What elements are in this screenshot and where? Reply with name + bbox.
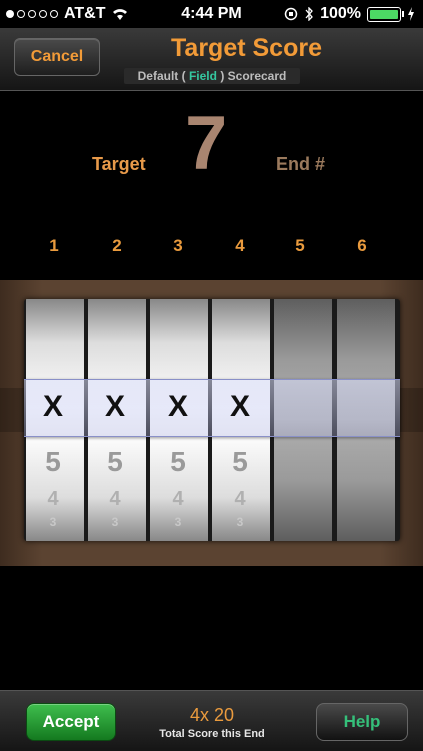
- column-number: 6: [357, 236, 367, 255]
- scorecard-subtitle: Default ( Field ) Scorecard: [124, 68, 300, 84]
- status-right: 100%: [284, 5, 415, 23]
- wheel-4-option: 5: [232, 446, 248, 477]
- bottom-toolbar: Accept 4x 20 Total Score this End Help: [0, 690, 423, 751]
- wheel-2-selected: X: [104, 390, 125, 423]
- column-number: 1: [49, 236, 59, 255]
- wheel-3-selected: X: [167, 390, 188, 423]
- bluetooth-icon: [305, 7, 313, 21]
- wheel-1-option: 3: [49, 515, 57, 529]
- accept-button[interactable]: Accept: [26, 703, 116, 741]
- wheel-1-option: 5: [45, 446, 61, 477]
- total-score: 4x 20: [189, 705, 235, 725]
- wheel-4-option: 4: [234, 488, 246, 510]
- page-title: Target Score: [171, 34, 322, 62]
- column-number: 5: [295, 236, 305, 255]
- battery-icon: [367, 6, 404, 22]
- status-bar: AT&T 4:44 PM 100%: [0, 0, 423, 28]
- wheel-2-option: 4: [109, 488, 121, 510]
- subtitle-highlight: Field: [188, 69, 217, 83]
- column-numbers: 1 2 3 4 5 6: [24, 236, 398, 258]
- battery-percent: 100%: [320, 5, 361, 22]
- wheel-3-option: 3: [174, 515, 182, 529]
- orientation-lock-icon: [284, 7, 298, 21]
- total-score-label: Total Score this End: [159, 728, 265, 740]
- column-number: 3: [173, 236, 183, 255]
- end-number-label: End #: [276, 154, 326, 174]
- wheel-4-option: 3: [236, 515, 244, 529]
- wheel-1-option: 4: [47, 488, 59, 510]
- nav-bar: Cancel Target Score Default ( Field ) Sc…: [0, 28, 423, 91]
- target-value: 7: [185, 101, 228, 186]
- column-number: 4: [235, 236, 245, 255]
- column-number: 2: [112, 236, 122, 255]
- help-button[interactable]: Help: [316, 703, 408, 741]
- target-label: Target: [92, 154, 146, 174]
- wheel-3-option: 4: [172, 488, 184, 510]
- wheel-2-option: 5: [107, 446, 123, 477]
- wheel-3-option: 5: [170, 446, 186, 477]
- charging-icon: [408, 7, 414, 21]
- wheel-4-selected: X: [229, 390, 250, 423]
- wheel-2-option: 3: [111, 515, 119, 529]
- wheel-1-selected: X: [42, 390, 63, 423]
